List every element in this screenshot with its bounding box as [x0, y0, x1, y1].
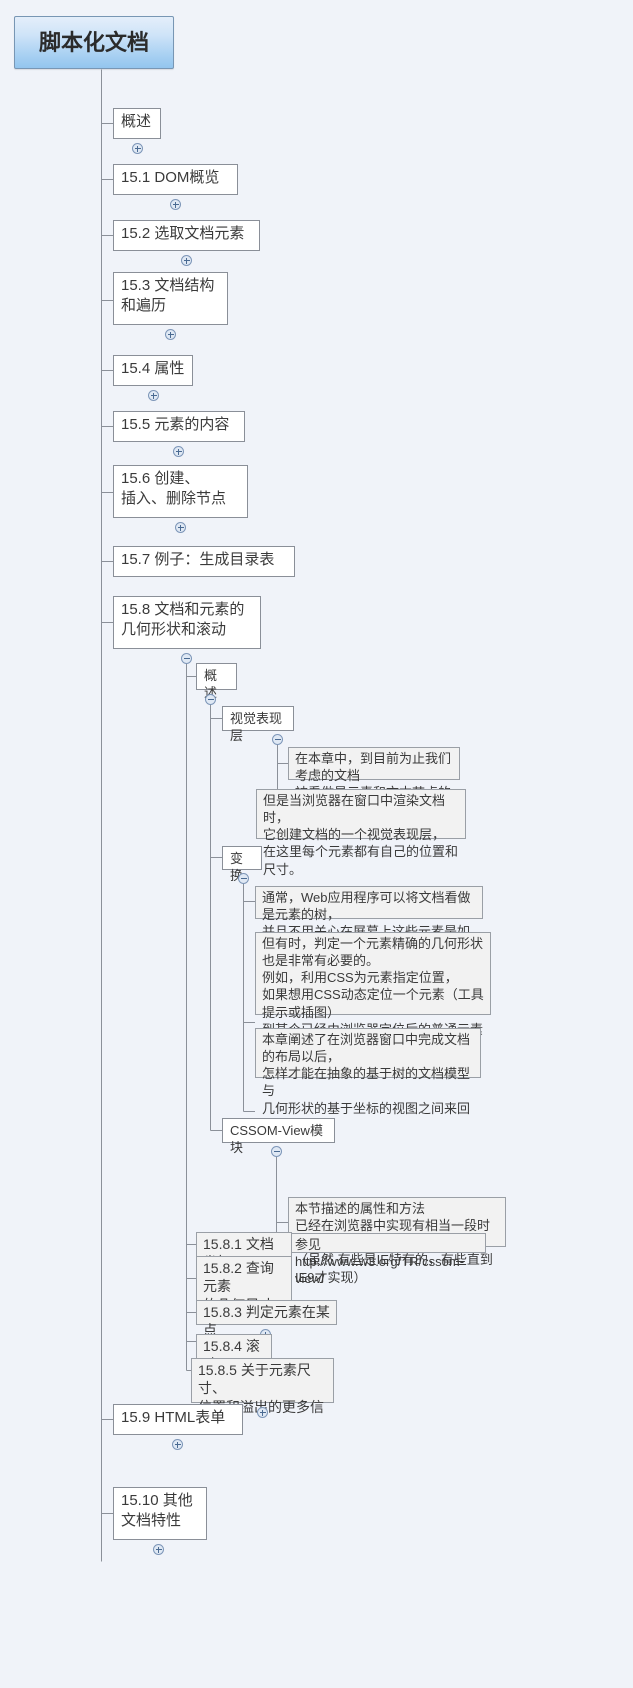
- note-transform-1[interactable]: 通常，Web应用程序可以将文档看做是元素的树， 并且不用关心在屏幕上这些元素是如…: [255, 886, 483, 956]
- node-15-8-2[interactable]: 15.8.2 查询元素 的几何尺寸: [196, 1256, 292, 1313]
- toggle-15-2[interactable]: [181, 255, 192, 266]
- note-visual-1[interactable]: 在本章中，到目前为止我们考虑的文档 被看做是元素和文本节点的抽象树: [288, 747, 460, 817]
- toggle-cssom-view[interactable]: [271, 1146, 282, 1157]
- toggle-visual-layer[interactable]: [272, 734, 283, 745]
- toggle-15-8-5[interactable]: [257, 1407, 268, 1418]
- node-15-3[interactable]: 15.3 文档结构 和遍历: [113, 272, 228, 325]
- toggle-overview[interactable]: [132, 143, 143, 154]
- toggle-15-4[interactable]: [148, 390, 159, 401]
- node-15-9[interactable]: 15.9 HTML表单: [113, 1404, 243, 1435]
- node-visual-layer[interactable]: 视觉表现层: [222, 706, 294, 743]
- node-15-4[interactable]: 15.4 属性: [113, 355, 193, 386]
- node-cssom-view[interactable]: CSSOM-View模块: [222, 1118, 335, 1155]
- toggle-15-1[interactable]: [170, 199, 181, 210]
- toggle-15-10[interactable]: [153, 1544, 164, 1555]
- node-15-10[interactable]: 15.10 其他 文档特性: [113, 1487, 207, 1540]
- node-15-2[interactable]: 15.2 选取文档元素: [113, 220, 260, 251]
- toggle-15-8[interactable]: [181, 653, 192, 664]
- toggle-transform[interactable]: [238, 873, 249, 884]
- toggle-15-6[interactable]: [175, 522, 186, 533]
- node-15-7[interactable]: 15.7 例子：生成目录表: [113, 546, 295, 577]
- note-transform-3[interactable]: 本章阐述了在浏览器窗口中完成文档的布局以后， 怎样才能在抽象的基于树的文档模型与…: [255, 1028, 481, 1133]
- note-transform-2[interactable]: 但有时，判定一个元素精确的几何形状也是非常有必要的。 例如，利用CSS为元素指定…: [255, 932, 491, 1071]
- node-overview[interactable]: 概述: [113, 108, 161, 139]
- node-15-8[interactable]: 15.8 文档和元素的 几何形状和滚动: [113, 596, 261, 649]
- node-15-8-overview[interactable]: 概述: [196, 663, 237, 700]
- note-visual-2[interactable]: 但是当浏览器在窗口中渲染文档时， 它创建文档的一个视觉表现层， 在这里每个元素都…: [256, 789, 466, 877]
- node-transform[interactable]: 变换: [222, 846, 262, 883]
- node-15-6[interactable]: 15.6 创建、 插入、删除节点: [113, 465, 248, 518]
- toggle-15-5[interactable]: [173, 446, 184, 457]
- note-cssom-2[interactable]: 参见 http://www.w3.org/TR/cssom-view/: [288, 1233, 486, 1286]
- node-15-8-3[interactable]: 15.8.3 判定元素在某点: [196, 1300, 337, 1338]
- toggle-15-8-overview[interactable]: [205, 694, 216, 705]
- node-15-5[interactable]: 15.5 元素的内容: [113, 411, 245, 442]
- node-15-1[interactable]: 15.1 DOM概览: [113, 164, 238, 195]
- mindmap-canvas: 脚本化文档 概述 15.1 DOM概览 15.2 选取文档元素 15.3 文档结…: [0, 0, 633, 1688]
- root-node[interactable]: 脚本化文档: [14, 16, 174, 69]
- node-15-8-4[interactable]: 15.8.4 滚动: [196, 1334, 272, 1372]
- toggle-15-3[interactable]: [165, 329, 176, 340]
- node-15-8-5[interactable]: 15.8.5 关于元素尺寸、 位置和溢出的更多信息: [191, 1358, 334, 1433]
- toggle-15-9[interactable]: [172, 1439, 183, 1450]
